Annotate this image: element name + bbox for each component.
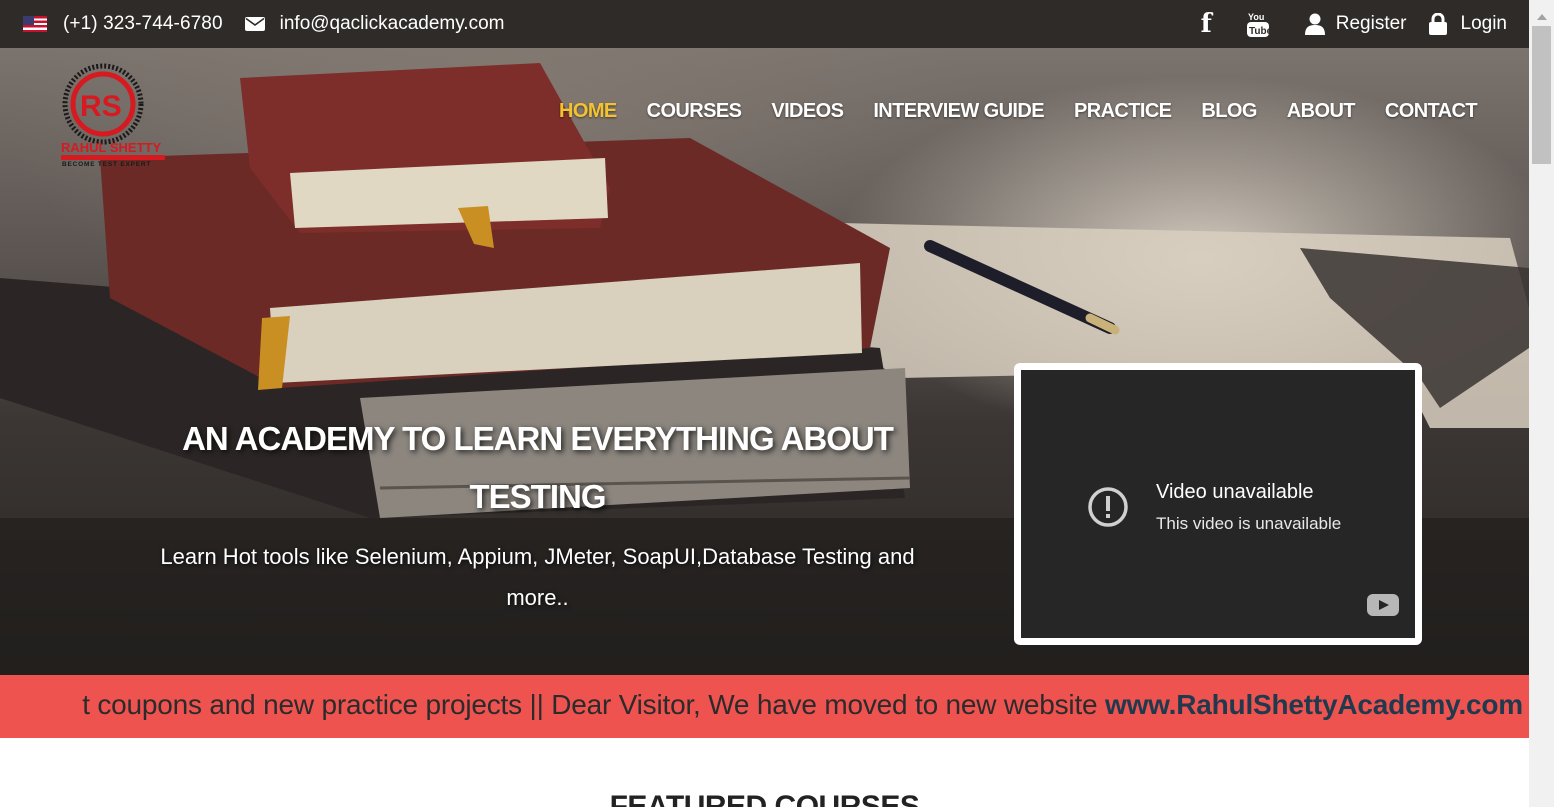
mail-icon: [244, 17, 265, 31]
svg-text:BECOME TEST EXPERT: BECOME TEST EXPERT: [62, 161, 151, 168]
svg-text:Tube: Tube: [1249, 26, 1270, 37]
nav-contact[interactable]: CONTACT: [1385, 100, 1478, 123]
svg-text:RS: RS: [80, 90, 122, 123]
scroll-up-arrow-icon[interactable]: [1537, 14, 1547, 20]
contact-info: (+1) 323-744-6780 info@qaclickacademy.co…: [0, 13, 504, 35]
us-flag-icon: [23, 16, 47, 32]
main-nav: HOME COURSES VIDEOS INTERVIEW GUIDE PRAC…: [559, 100, 1478, 123]
phone-number[interactable]: (+1) 323-744-6780: [63, 13, 223, 35]
nav-home[interactable]: HOME: [559, 100, 617, 123]
top-bar: (+1) 323-744-6780 info@qaclickacademy.co…: [0, 0, 1529, 48]
nav-blog[interactable]: BLOG: [1201, 100, 1257, 123]
nav-courses[interactable]: COURSES: [647, 100, 742, 123]
nav-interview-guide[interactable]: INTERVIEW GUIDE: [873, 100, 1044, 123]
page-scrollbar[interactable]: [1529, 0, 1554, 807]
video-unavailable-subtitle: This video is unavailable: [1156, 514, 1342, 533]
hero-subline: Learn Hot tools like Selenium, Appium, J…: [160, 544, 915, 610]
nav-videos[interactable]: VIDEOS: [771, 100, 844, 123]
scroll-thumb[interactable]: [1532, 26, 1551, 164]
login-link[interactable]: Login: [1461, 13, 1508, 35]
svg-text:RAHUL SHETTY: RAHUL SHETTY: [61, 140, 161, 155]
lock-icon: [1428, 13, 1447, 35]
youtube-logo-icon[interactable]: [1367, 594, 1399, 616]
email-link[interactable]: info@qaclickacademy.com: [280, 13, 505, 35]
new-website-link[interactable]: www.RahulShettyAcademy.com: [1105, 689, 1523, 720]
svg-text:You: You: [1248, 12, 1264, 22]
facebook-icon[interactable]: f: [1201, 11, 1212, 37]
featured-courses-heading: FEATURED COURSES: [609, 790, 920, 807]
alert-icon: [1088, 487, 1128, 527]
video-unavailable-title: Video unavailable: [1156, 481, 1314, 503]
announcement-banner: t coupons and new practice projects || D…: [0, 675, 1529, 738]
account-links: f You Tube Register Login: [1201, 10, 1529, 38]
video-embed[interactable]: Video unavailable This video is unavaila…: [1014, 363, 1422, 645]
register-link[interactable]: Register: [1336, 13, 1407, 35]
user-icon: [1304, 13, 1325, 35]
announcement-text: t coupons and new practice projects || D…: [82, 689, 1523, 721]
rahul-shetty-academy-logo[interactable]: RS RAHUL SHETTY BECOME TEST EXPERT: [58, 62, 168, 172]
nav-practice[interactable]: PRACTICE: [1074, 100, 1172, 123]
youtube-icon[interactable]: You Tube: [1246, 10, 1270, 38]
nav-about[interactable]: ABOUT: [1287, 100, 1356, 123]
video-player[interactable]: Video unavailable This video is unavaila…: [1021, 370, 1415, 638]
announcement-message: t coupons and new practice projects || D…: [82, 689, 1105, 720]
hero-headline: AN ACADEMY TO LEARN EVERYTHING ABOUT TES…: [182, 420, 894, 515]
hero-section: RS RAHUL SHETTY BECOME TEST EXPERT HOME …: [0, 48, 1529, 675]
